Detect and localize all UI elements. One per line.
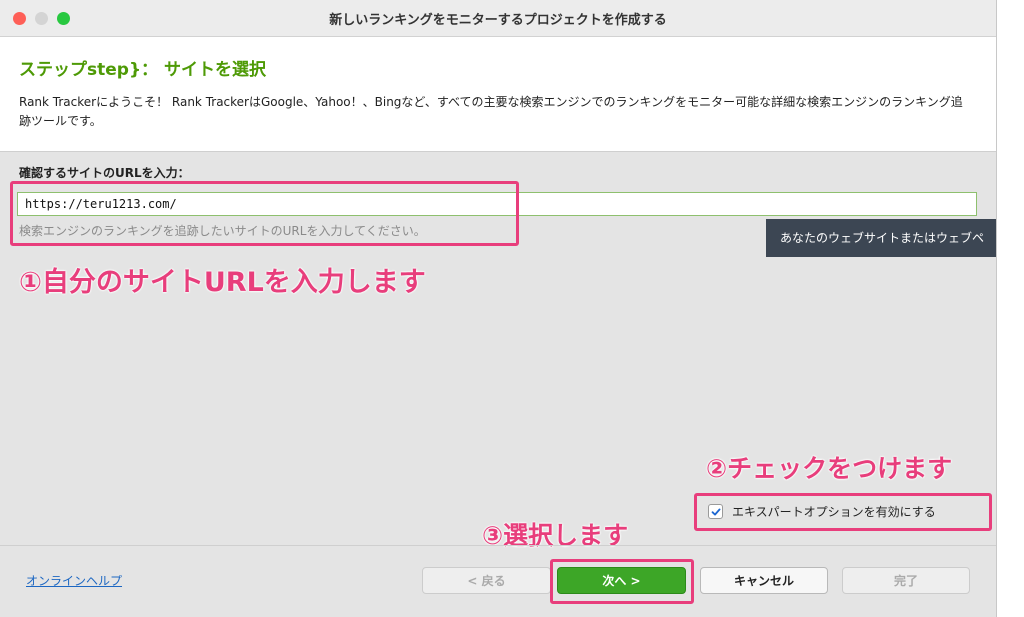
cancel-button[interactable]: キャンセル bbox=[700, 567, 828, 594]
wizard-header: ステップstep}： サイトを選択 Rank Trackerにようこそ！ Ran… bbox=[0, 37, 996, 152]
url-field-label: 確認するサイトのURLを入力： bbox=[19, 166, 190, 180]
step-title: ステップstep}： サイトを選択 bbox=[19, 60, 266, 80]
expert-option-label: エキスパートオプションを有効にする bbox=[732, 505, 936, 519]
annotation-step-2: ②チェックをつけます bbox=[706, 454, 953, 483]
step-description: Rank Trackerにようこそ！ Rank TrackerはGoogle、Y… bbox=[19, 95, 963, 128]
wizard-window: 新しいランキングをモニターするプロジェクトを作成する ステップstep}： サイ… bbox=[0, 0, 997, 617]
url-tooltip: あなたのウェブサイトまたはウェブペ bbox=[766, 219, 996, 257]
annotation-step-1: ①自分のサイトURLを入力します bbox=[19, 267, 426, 298]
back-button[interactable]: < 戻る bbox=[422, 567, 551, 594]
footer-divider bbox=[0, 545, 996, 546]
expert-option-checkbox[interactable] bbox=[708, 504, 723, 519]
finish-button[interactable]: 完了 bbox=[842, 567, 970, 594]
checkmark-icon bbox=[711, 508, 720, 515]
window-title: 新しいランキングをモニターするプロジェクトを作成する bbox=[329, 13, 667, 28]
annotation-step-3: ③選択します bbox=[482, 521, 629, 550]
online-help-link[interactable]: オンラインヘルプ bbox=[26, 572, 122, 589]
expert-option[interactable]: エキスパートオプションを有効にする bbox=[708, 503, 936, 520]
annotation-box-url bbox=[10, 181, 519, 246]
annotation-box-next bbox=[550, 559, 694, 604]
title-bar: 新しいランキングをモニターするプロジェクトを作成する bbox=[0, 0, 996, 37]
